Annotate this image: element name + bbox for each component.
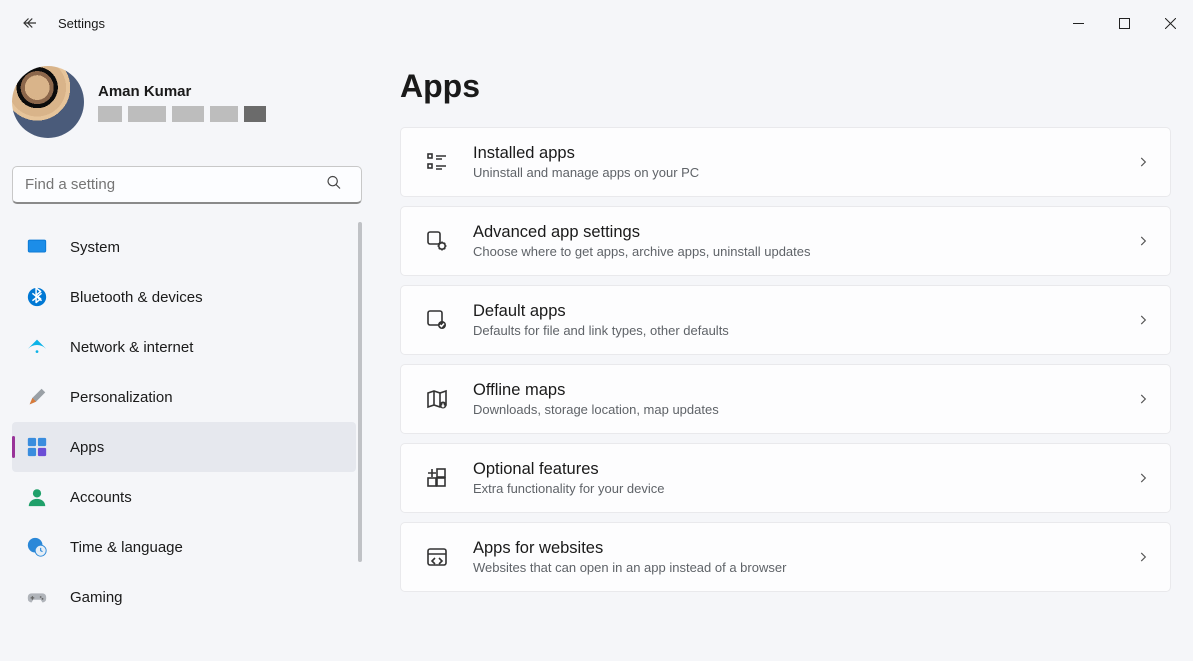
sidebar-item-apps[interactable]: Apps <box>12 422 356 472</box>
titlebar: Settings <box>0 0 1193 46</box>
card-title: Apps for websites <box>473 539 1136 558</box>
sidebar-item-accounts[interactable]: Accounts <box>12 472 356 522</box>
arrow-left-icon <box>21 14 39 32</box>
chevron-right-icon <box>1136 234 1150 248</box>
card-offline-maps[interactable]: Offline maps Downloads, storage location… <box>400 364 1171 434</box>
card-title: Advanced app settings <box>473 223 1136 242</box>
card-desc: Uninstall and manage apps on your PC <box>473 165 1136 180</box>
close-button[interactable] <box>1147 8 1193 38</box>
sidebar-item-label: Personalization <box>70 389 173 406</box>
apps-icon <box>26 436 48 458</box>
card-title: Installed apps <box>473 144 1136 163</box>
chevron-right-icon <box>1136 155 1150 169</box>
card-desc: Websites that can open in an app instead… <box>473 560 1136 575</box>
card-title: Default apps <box>473 302 1136 321</box>
card-desc: Downloads, storage location, map updates <box>473 402 1136 417</box>
gamepad-icon <box>26 586 48 608</box>
chevron-right-icon <box>1136 392 1150 406</box>
card-title: Offline maps <box>473 381 1136 400</box>
sidebar-item-label: Time & language <box>70 539 183 556</box>
sidebar-item-label: Gaming <box>70 589 123 606</box>
sidebar-item-bluetooth[interactable]: Bluetooth & devices <box>12 272 356 322</box>
person-icon <box>26 486 48 508</box>
card-apps-for-websites[interactable]: Apps for websites Websites that can open… <box>400 522 1171 592</box>
profile-name: Aman Kumar <box>98 83 266 100</box>
bluetooth-icon <box>26 286 48 308</box>
avatar <box>12 66 84 138</box>
page-title: Apps <box>400 68 1171 105</box>
minimize-button[interactable] <box>1055 8 1101 38</box>
sidebar-item-time-language[interactable]: Time & language <box>12 522 356 572</box>
sidebar: Aman Kumar System <box>0 46 362 661</box>
sidebar-item-label: Bluetooth & devices <box>70 289 203 306</box>
paintbrush-icon <box>26 386 48 408</box>
card-advanced-app-settings[interactable]: Advanced app settings Choose where to ge… <box>400 206 1171 276</box>
search-button[interactable] <box>326 175 342 196</box>
chevron-right-icon <box>1136 313 1150 327</box>
back-button[interactable] <box>16 9 44 37</box>
profile-email-redacted <box>98 106 266 122</box>
sidebar-item-gaming[interactable]: Gaming <box>12 572 356 622</box>
search-wrap <box>12 166 360 204</box>
sidebar-item-label: System <box>70 239 120 256</box>
window-controls <box>1055 8 1193 38</box>
card-desc: Defaults for file and link types, other … <box>473 323 1136 338</box>
optional-features-icon <box>423 464 451 492</box>
nav: System Bluetooth & devices Network & int… <box>12 222 362 622</box>
sidebar-item-label: Network & internet <box>70 339 193 356</box>
profile-section[interactable]: Aman Kumar <box>12 56 362 152</box>
card-installed-apps[interactable]: Installed apps Uninstall and manage apps… <box>400 127 1171 197</box>
sidebar-item-label: Apps <box>70 439 104 456</box>
window-title: Settings <box>58 16 105 31</box>
chevron-right-icon <box>1136 471 1150 485</box>
system-icon <box>26 236 48 258</box>
installed-apps-icon <box>423 148 451 176</box>
scrollbar[interactable] <box>358 222 362 562</box>
card-optional-features[interactable]: Optional features Extra functionality fo… <box>400 443 1171 513</box>
card-desc: Extra functionality for your device <box>473 481 1136 496</box>
close-icon <box>1165 18 1176 29</box>
sidebar-item-system[interactable]: System <box>12 222 356 272</box>
globe-clock-icon <box>26 536 48 558</box>
card-desc: Choose where to get apps, archive apps, … <box>473 244 1136 259</box>
main: Apps Installed apps Uninstall and manage… <box>362 46 1193 661</box>
search-input[interactable] <box>12 166 362 204</box>
card-title: Optional features <box>473 460 1136 479</box>
cards: Installed apps Uninstall and manage apps… <box>400 127 1171 592</box>
sidebar-item-network[interactable]: Network & internet <box>12 322 356 372</box>
chevron-right-icon <box>1136 550 1150 564</box>
search-icon <box>326 175 342 191</box>
advanced-settings-icon <box>423 227 451 255</box>
minimize-icon <box>1073 18 1084 29</box>
sidebar-item-personalization[interactable]: Personalization <box>12 372 356 422</box>
apps-for-websites-icon <box>423 543 451 571</box>
default-apps-icon <box>423 306 451 334</box>
maximize-button[interactable] <box>1101 8 1147 38</box>
offline-maps-icon <box>423 385 451 413</box>
wifi-icon <box>26 336 48 358</box>
maximize-icon <box>1119 18 1130 29</box>
sidebar-item-label: Accounts <box>70 489 132 506</box>
card-default-apps[interactable]: Default apps Defaults for file and link … <box>400 285 1171 355</box>
